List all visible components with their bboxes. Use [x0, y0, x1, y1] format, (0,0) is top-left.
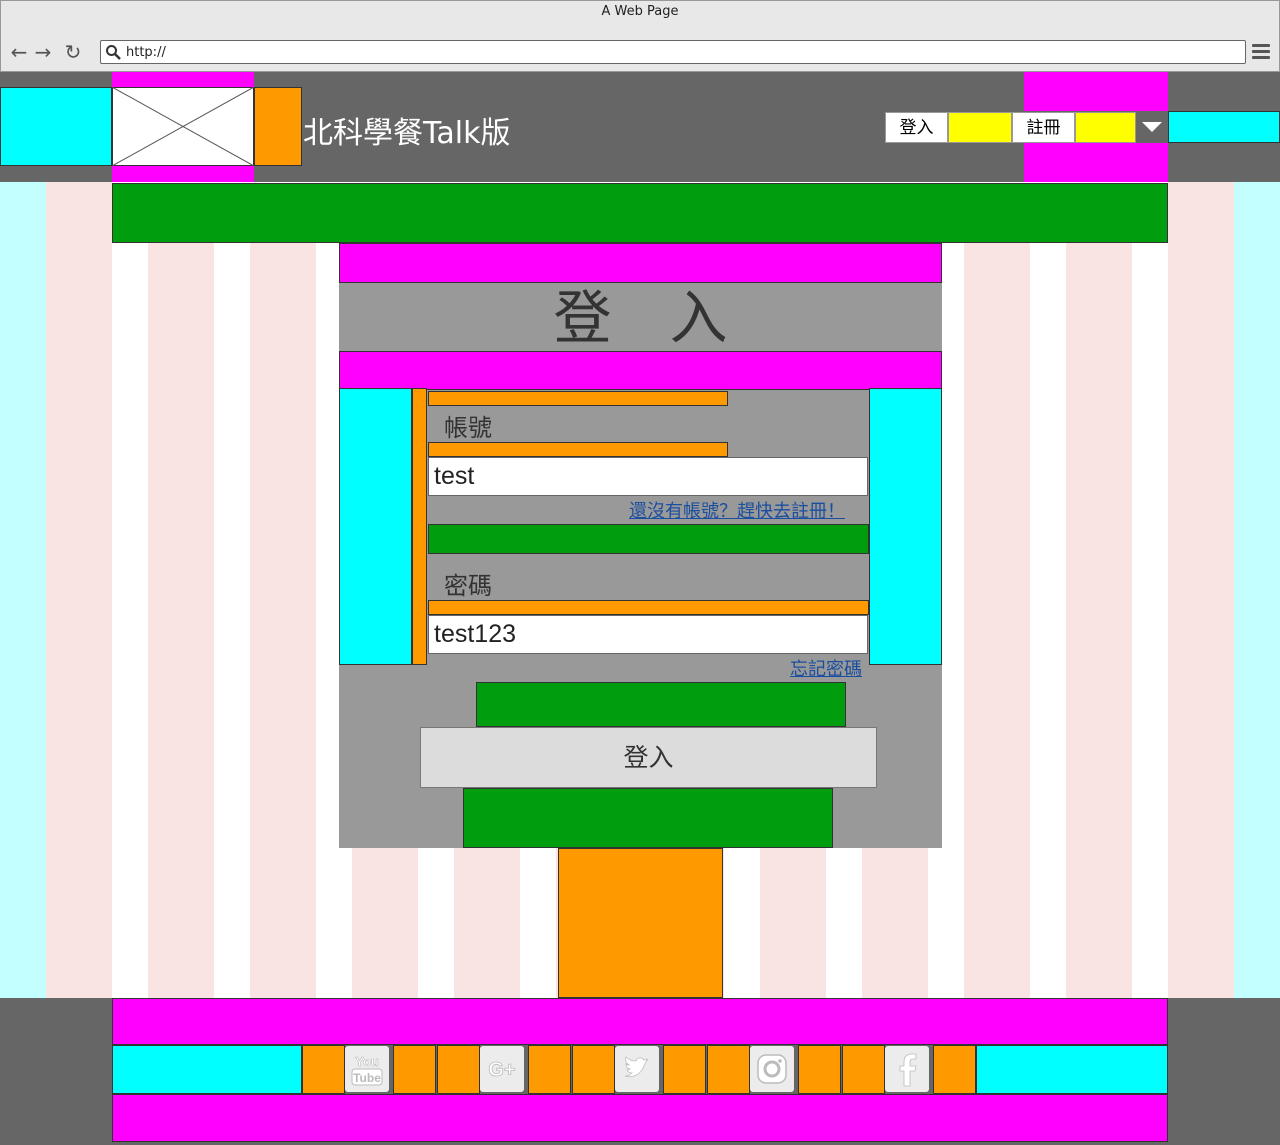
social-spacer: [437, 1045, 480, 1094]
social-spacer: [528, 1045, 571, 1094]
right-gutter: [1234, 182, 1280, 998]
menu-icon[interactable]: [1252, 44, 1270, 60]
social-spacer: [393, 1045, 436, 1094]
search-icon: [106, 45, 121, 60]
password-label: 密碼: [444, 572, 492, 600]
twitter-icon[interactable]: [615, 1046, 659, 1092]
header-right-block: [1168, 111, 1280, 143]
form-spacer: [428, 442, 728, 457]
header-login-spacer: [948, 112, 1012, 143]
left-column: [46, 182, 112, 998]
submit-spacer-top: [476, 682, 846, 727]
social-spacer: [933, 1045, 976, 1094]
window-title: A Web Page: [601, 4, 679, 19]
grid-column: [250, 243, 316, 998]
header-login-button[interactable]: 登入: [885, 112, 948, 143]
left-gutter: [0, 182, 46, 998]
header-left-block: [0, 87, 112, 166]
google-plus-icon[interactable]: [480, 1046, 524, 1092]
reload-icon[interactable]: ↻: [62, 40, 84, 64]
header-register-button[interactable]: 註冊: [1012, 112, 1075, 143]
form-spacer: [428, 600, 869, 615]
address-text: http://: [126, 45, 166, 60]
register-link[interactable]: 還沒有帳號？趕快去註冊！: [629, 497, 845, 523]
form-left-block: [339, 388, 412, 665]
youtube-icon[interactable]: [345, 1046, 389, 1092]
account-label: 帳號: [444, 414, 492, 442]
form-divider: [428, 524, 869, 554]
footer-bottom-bar: [112, 1094, 1168, 1142]
login-submit-button[interactable]: 登入: [420, 727, 877, 788]
footer-right-block: [976, 1045, 1168, 1094]
logo-spacer: [254, 87, 302, 166]
instagram-icon[interactable]: [750, 1046, 794, 1092]
chevron-down-icon[interactable]: [1140, 119, 1164, 135]
logo-image-placeholder: [112, 87, 254, 166]
password-input[interactable]: test123: [428, 615, 868, 654]
login-top-bar: [339, 243, 942, 283]
form-left-rail: [412, 388, 427, 665]
account-input[interactable]: test: [428, 457, 868, 496]
social-spacer: [663, 1045, 706, 1094]
header-register-spacer: [1075, 112, 1136, 143]
facebook-icon[interactable]: [885, 1046, 929, 1092]
social-spacer: [798, 1045, 841, 1094]
content-footer-block: [558, 848, 723, 998]
grid-column: [1066, 243, 1132, 998]
grid-column: [964, 243, 1030, 998]
login-heading: 登 入: [553, 284, 728, 352]
right-column: [1168, 182, 1234, 998]
social-spacer: [572, 1045, 615, 1094]
footer-left-block: [112, 1045, 302, 1094]
form-right-block: [869, 388, 942, 665]
address-bar[interactable]: [100, 40, 1246, 64]
top-banner: [112, 183, 1168, 243]
grid-column: [148, 243, 214, 998]
social-spacer: [707, 1045, 750, 1094]
forward-arrow-icon[interactable]: →: [32, 40, 54, 64]
footer-top-bar: [112, 998, 1168, 1045]
login-heading-bar: [339, 351, 942, 390]
site-title: 北科學餐Talk版: [303, 116, 511, 151]
submit-spacer-bottom: [463, 788, 833, 848]
back-arrow-icon[interactable]: ←: [8, 40, 30, 64]
social-spacer: [842, 1045, 885, 1094]
social-spacer: [302, 1045, 345, 1094]
form-spacer: [428, 391, 728, 406]
forgot-password-link[interactable]: 忘記密碼: [790, 655, 862, 681]
